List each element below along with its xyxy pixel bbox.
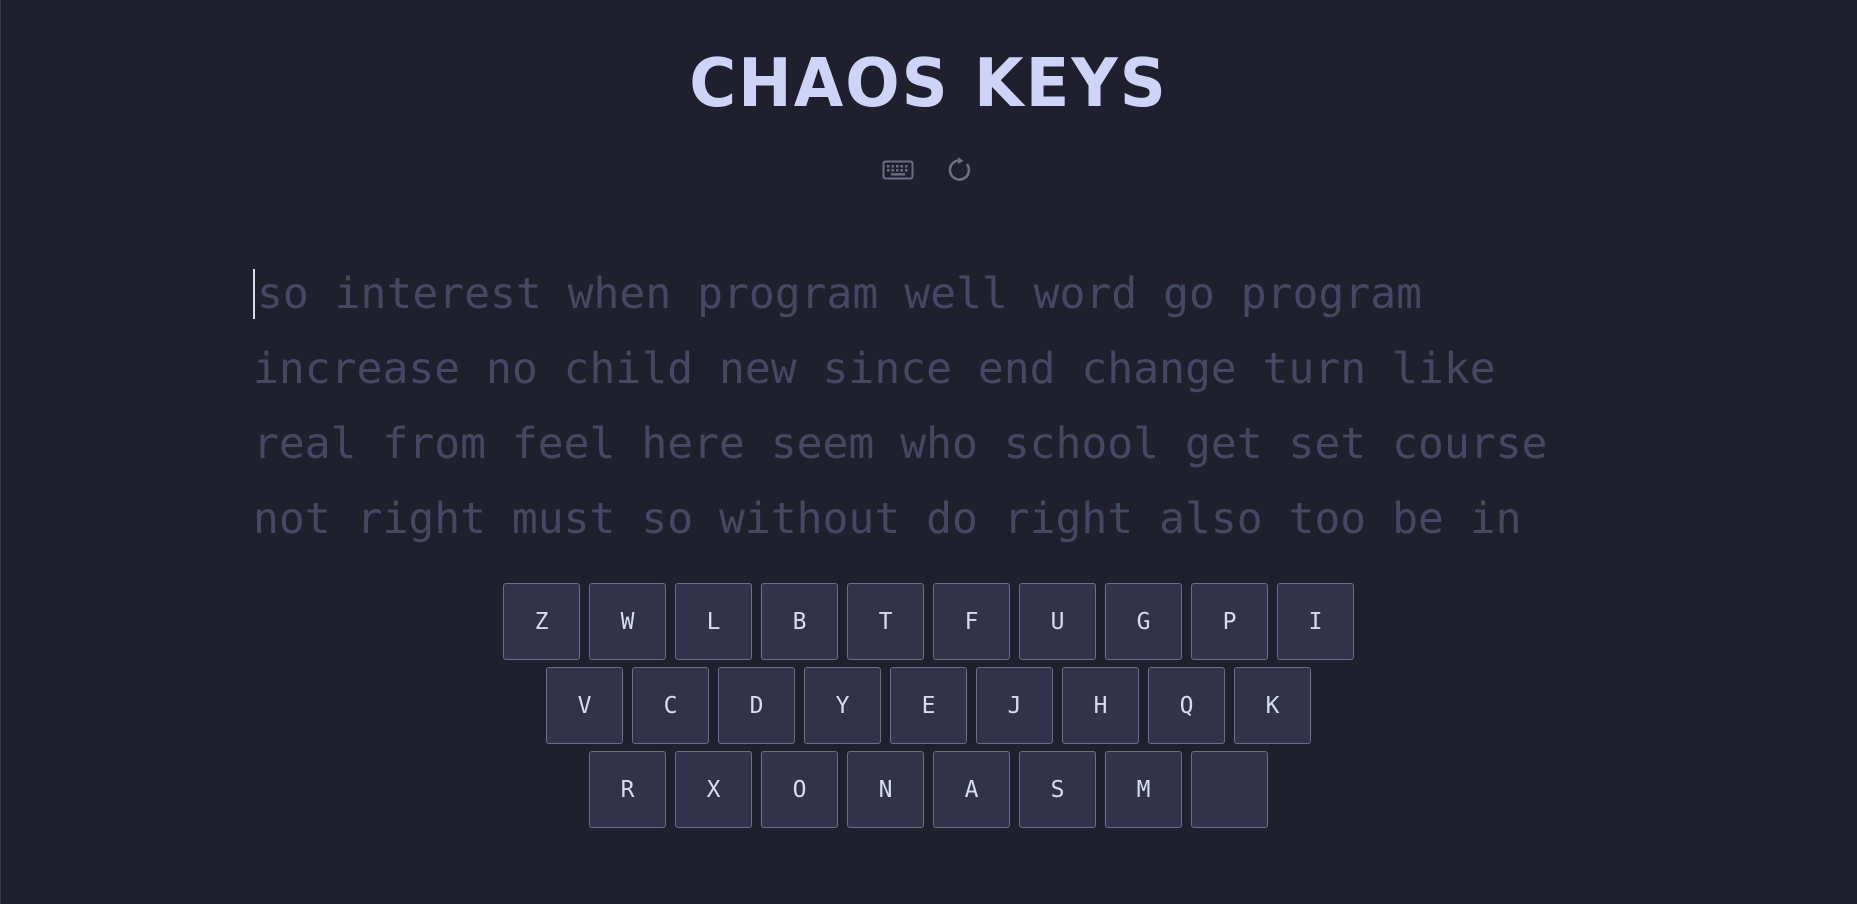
- key-t[interactable]: T: [847, 583, 924, 660]
- key-d[interactable]: D: [718, 667, 795, 744]
- key-g[interactable]: G: [1105, 583, 1182, 660]
- text-line-2: increase no child new since end change t…: [253, 344, 1496, 394]
- typing-area[interactable]: so interest when program well word go pr…: [253, 257, 1593, 557]
- text-caret: [253, 269, 255, 319]
- toolbar: [0, 153, 1857, 187]
- on-screen-keyboard: Z W L B T F U G P I V C D Y E J H Q K R …: [0, 583, 1857, 835]
- key-c[interactable]: C: [632, 667, 709, 744]
- key-e[interactable]: E: [890, 667, 967, 744]
- keyboard-row-2: V C D Y E J H Q K: [0, 667, 1857, 744]
- key-l[interactable]: L: [675, 583, 752, 660]
- key-r[interactable]: R: [589, 751, 666, 828]
- key-s[interactable]: S: [1019, 751, 1096, 828]
- key-k[interactable]: K: [1234, 667, 1311, 744]
- keyboard-icon: [882, 160, 913, 180]
- key-j[interactable]: J: [976, 667, 1053, 744]
- keyboard-row-3: R X O N A S M: [0, 751, 1857, 828]
- key-f[interactable]: F: [933, 583, 1010, 660]
- key-o[interactable]: O: [761, 751, 838, 828]
- key-y[interactable]: Y: [804, 667, 881, 744]
- key-i[interactable]: I: [1277, 583, 1354, 660]
- key-h[interactable]: H: [1062, 667, 1139, 744]
- keyboard-row-1: Z W L B T F U G P I: [0, 583, 1857, 660]
- key-v[interactable]: V: [546, 667, 623, 744]
- key-p[interactable]: P: [1191, 583, 1268, 660]
- text-line-1: so interest when program well word go pr…: [253, 257, 1593, 332]
- text-line-1-content: so interest when program well word go pr…: [257, 269, 1422, 319]
- key-b[interactable]: B: [761, 583, 838, 660]
- keyboard-toggle-button[interactable]: [881, 153, 915, 187]
- key-z[interactable]: Z: [503, 583, 580, 660]
- key-blank[interactable]: [1191, 751, 1268, 828]
- key-x[interactable]: X: [675, 751, 752, 828]
- key-m[interactable]: M: [1105, 751, 1182, 828]
- key-a[interactable]: A: [933, 751, 1010, 828]
- app-title: CHAOS KEYS: [689, 45, 1168, 123]
- key-q[interactable]: Q: [1148, 667, 1225, 744]
- restart-button[interactable]: [943, 153, 977, 187]
- key-w[interactable]: W: [589, 583, 666, 660]
- key-u[interactable]: U: [1019, 583, 1096, 660]
- text-line-3: real from feel here seem who school get …: [253, 419, 1548, 469]
- text-line-4: not right must so without do right also …: [253, 494, 1522, 544]
- restart-icon: [948, 157, 970, 181]
- key-n[interactable]: N: [847, 751, 924, 828]
